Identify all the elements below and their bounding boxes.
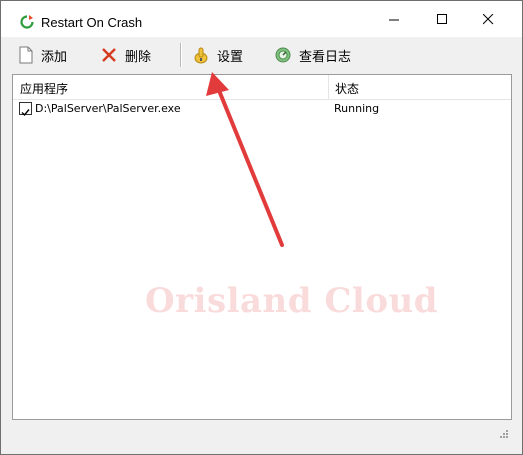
- app-icon: [20, 15, 34, 29]
- maximize-button[interactable]: [419, 1, 465, 37]
- minimize-button[interactable]: [371, 1, 417, 37]
- toolbar-separator: [180, 43, 182, 67]
- column-header-status[interactable]: 状态: [335, 80, 359, 97]
- application-status: Running: [334, 102, 380, 115]
- add-button[interactable]: 添加: [19, 43, 67, 67]
- view-log-button[interactable]: 查看日志: [275, 43, 351, 67]
- maximize-icon: [436, 13, 447, 24]
- watermark: Orisland Cloud: [145, 281, 439, 321]
- minimize-icon: [388, 19, 399, 20]
- checkmark-icon: [21, 109, 30, 117]
- list-header: 应用程序 状态: [13, 75, 511, 100]
- settings-label: 设置: [217, 49, 244, 65]
- delete-x-icon: [102, 48, 116, 62]
- delete-label: 删除: [125, 49, 152, 65]
- delete-button[interactable]: 删除: [101, 43, 151, 67]
- settings-button[interactable]: 设置: [193, 43, 243, 67]
- resize-grip-icon[interactable]: [498, 428, 508, 438]
- window-title: Restart On Crash: [41, 15, 143, 30]
- close-icon: [482, 13, 493, 24]
- column-divider[interactable]: [328, 75, 329, 99]
- status-bar: [12, 420, 510, 440]
- add-label: 添加: [41, 49, 68, 65]
- view-log-label: 查看日志: [299, 49, 352, 65]
- settings-hand-icon: [194, 47, 208, 64]
- list-item[interactable]: D:\PalServer\PalServer.exe Running: [13, 99, 511, 117]
- title-bar[interactable]: Restart On Crash: [1, 1, 522, 37]
- log-icon: [275, 47, 291, 63]
- application-path: D:\PalServer\PalServer.exe: [35, 102, 181, 115]
- enable-checkbox[interactable]: [19, 102, 32, 117]
- app-window: Restart On Crash 添加 删除 设置 查看日志 应用程序 状态 D…: [0, 0, 523, 455]
- new-document-icon: [19, 46, 33, 64]
- toolbar: 添加 删除 设置 查看日志: [1, 37, 522, 73]
- application-list[interactable]: 应用程序 状态 D:\PalServer\PalServer.exe Runni…: [12, 74, 512, 420]
- close-button[interactable]: [465, 1, 511, 37]
- column-header-application[interactable]: 应用程序: [20, 80, 68, 97]
